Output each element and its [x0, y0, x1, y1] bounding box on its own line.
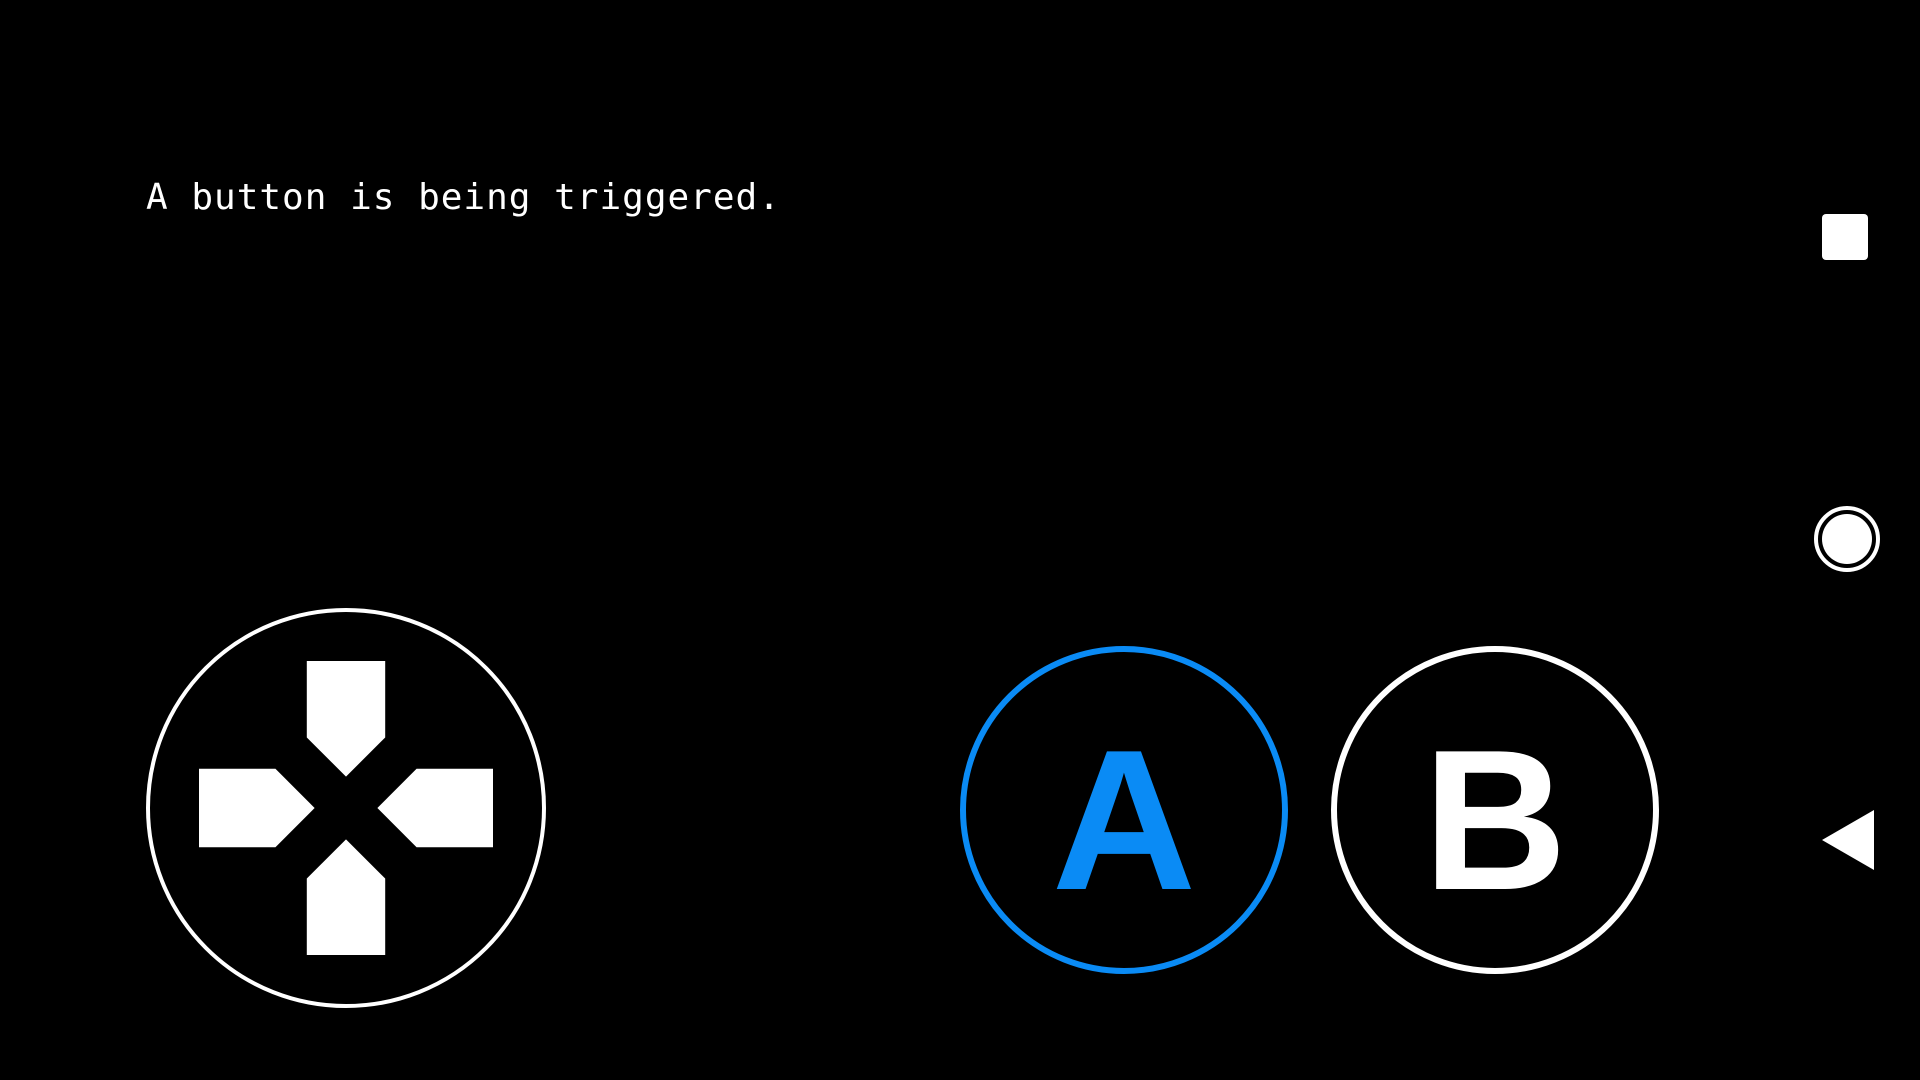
dpad[interactable]	[146, 608, 546, 1008]
status-message: A button is being triggered.	[146, 177, 781, 218]
b-button-label: B	[1422, 709, 1568, 932]
recents-button[interactable]	[1822, 214, 1868, 260]
a-button-label: A	[1051, 709, 1197, 932]
square-icon	[1822, 214, 1868, 260]
triangle-back-icon	[1822, 810, 1874, 870]
b-button[interactable]: B	[1331, 646, 1659, 974]
dpad-icon	[199, 661, 493, 955]
a-button[interactable]: A	[960, 646, 1288, 974]
circle-icon	[1822, 514, 1872, 564]
home-button[interactable]	[1814, 506, 1880, 572]
back-button[interactable]	[1822, 810, 1874, 870]
